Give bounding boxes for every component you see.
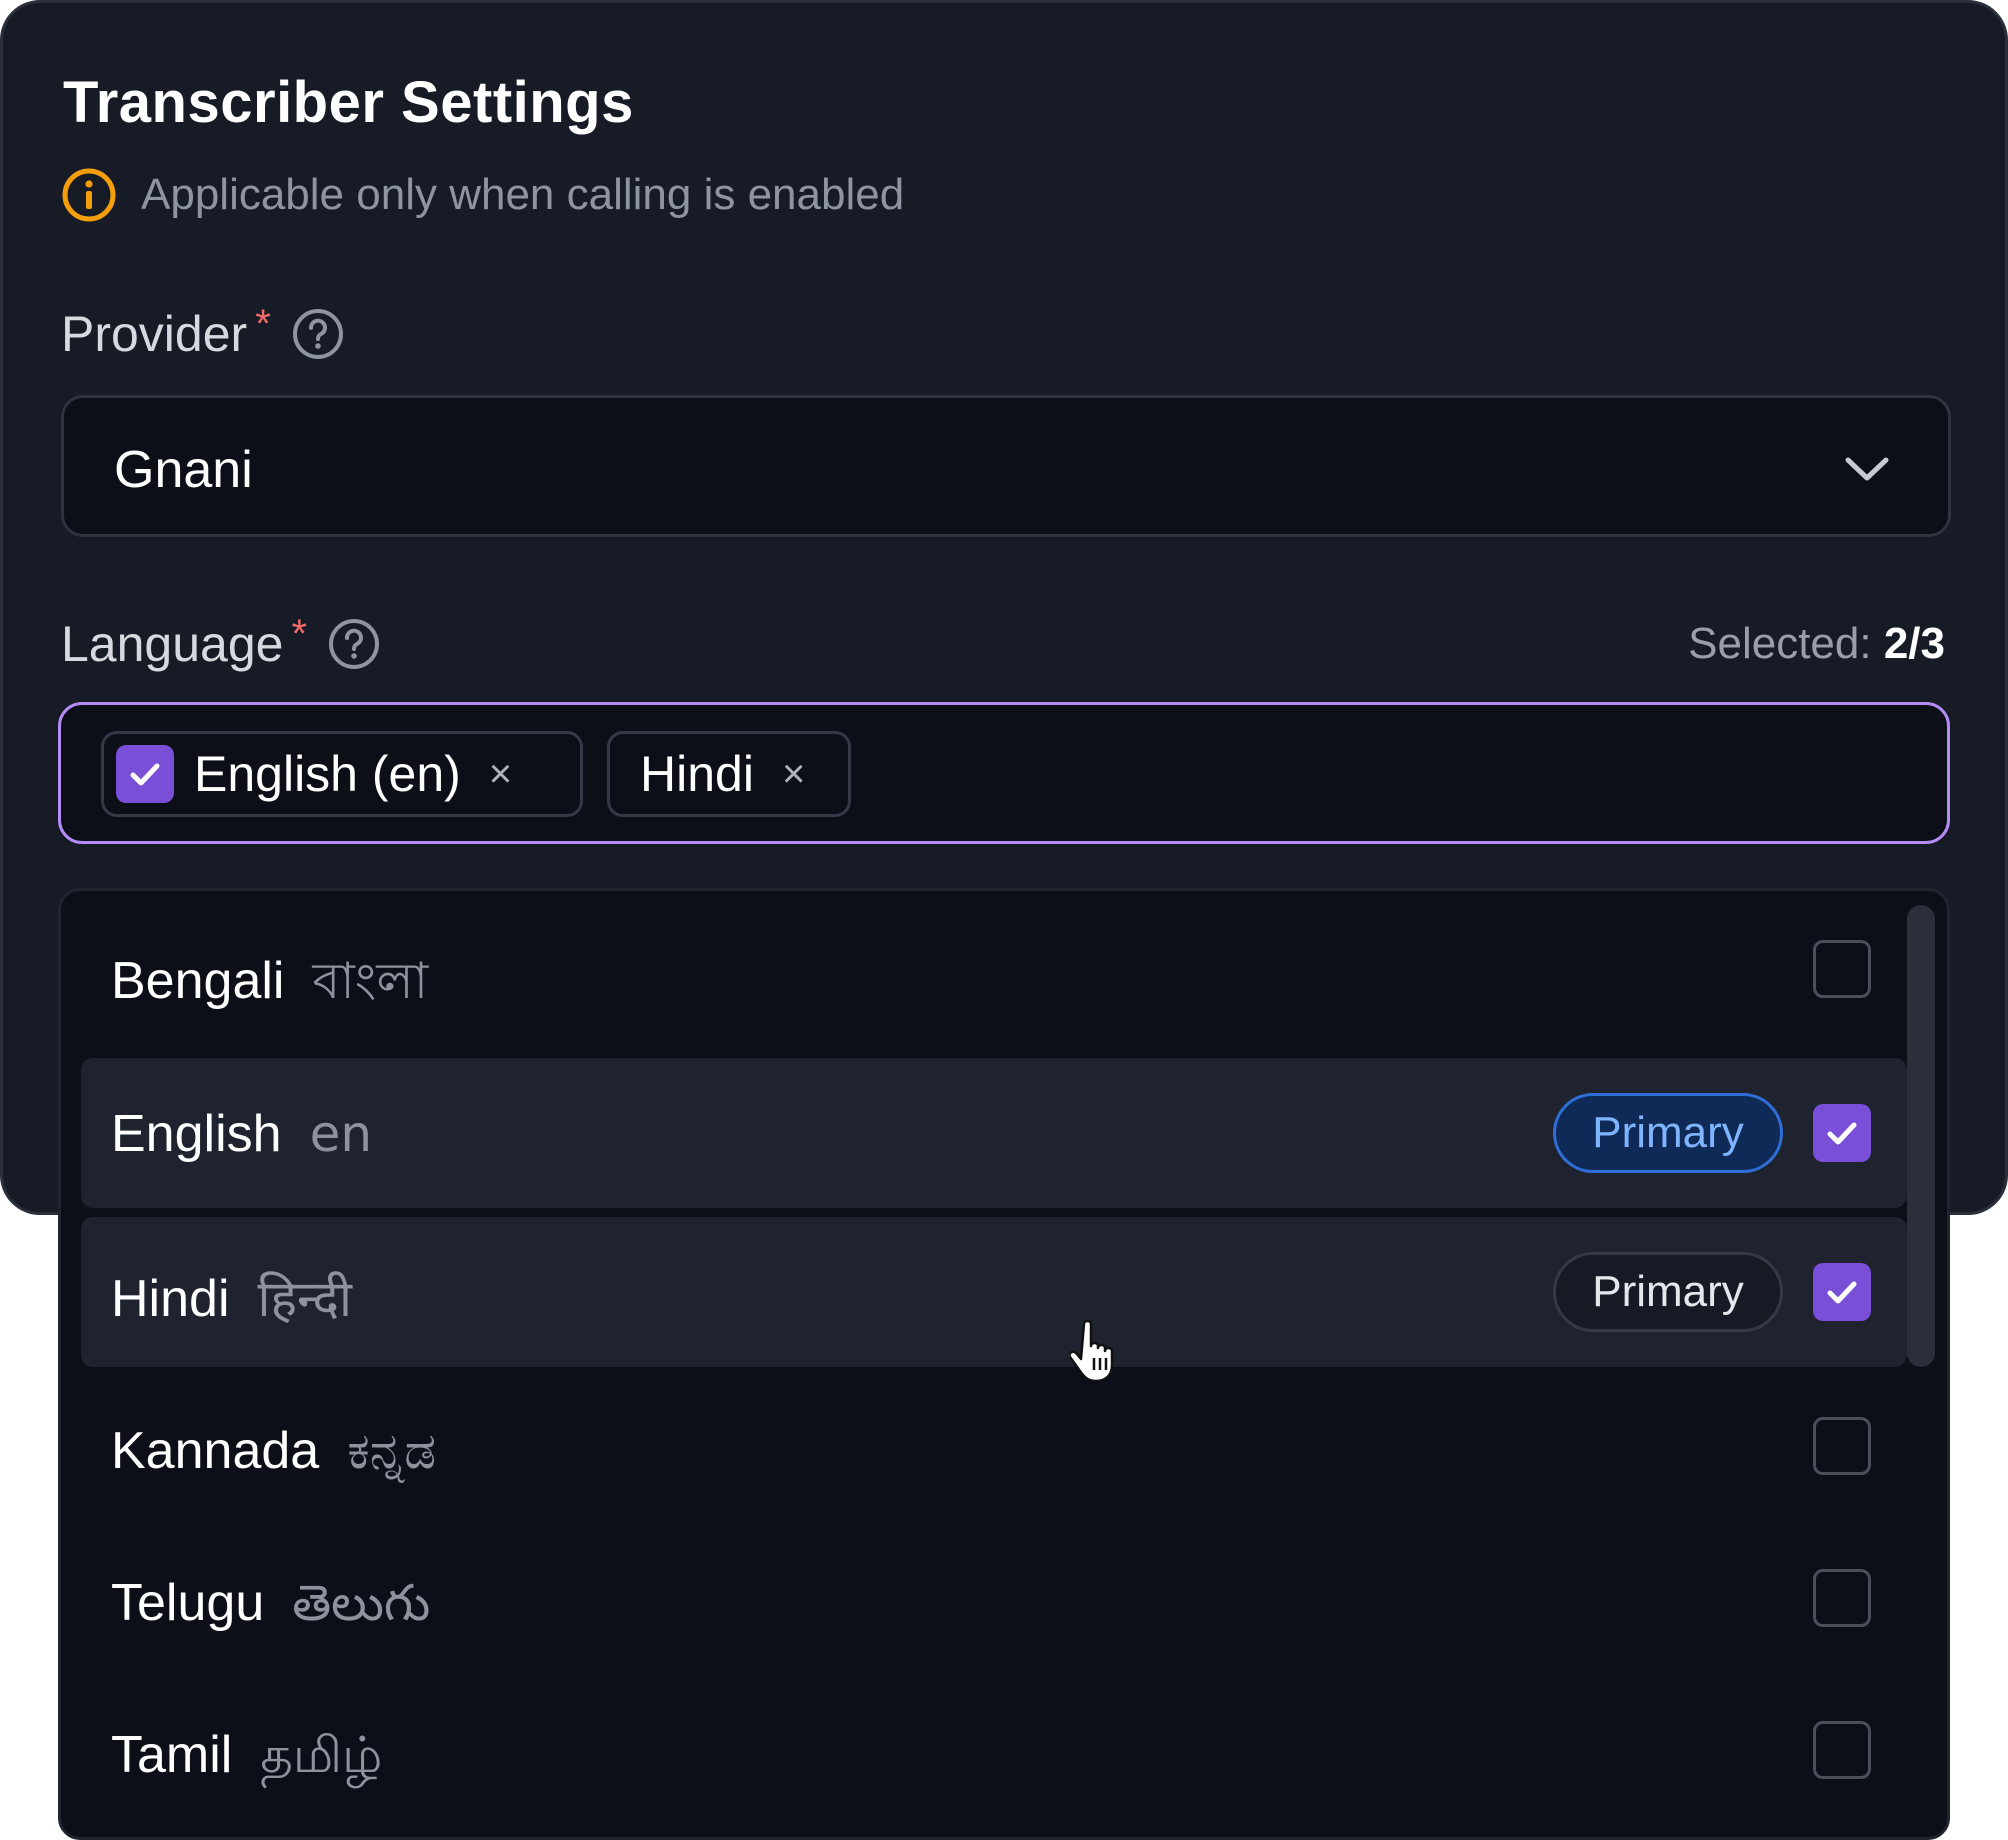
chip-label: English (en) xyxy=(194,746,461,802)
option-label: Telugu తెలుగు xyxy=(111,1573,430,1645)
list-item-english[interactable]: English en Primary xyxy=(81,1058,1907,1208)
close-icon[interactable]: × xyxy=(782,752,805,797)
provider-select[interactable]: Gnani xyxy=(61,395,1951,537)
option-label: Bengali বাংলা xyxy=(111,944,428,1027)
option-label: Hindi हिन्दी xyxy=(111,1263,352,1331)
option-name: English xyxy=(111,1105,282,1163)
option-name: Telugu xyxy=(111,1574,265,1632)
close-icon[interactable]: × xyxy=(489,752,512,797)
list-item-telugu[interactable]: Telugu తెలుగు xyxy=(81,1533,1907,1683)
option-label: English en xyxy=(111,1104,372,1164)
selected-count: Selected: 2/3 xyxy=(1688,619,1945,669)
language-label-text: Language xyxy=(61,616,284,672)
provider-select-value: Gnani xyxy=(114,441,253,499)
info-text: Applicable only when calling is enabled xyxy=(141,170,905,219)
help-icon[interactable] xyxy=(327,617,381,671)
option-label: Kannada ಕನ್ನಡ xyxy=(111,1421,436,1481)
provider-label-text: Provider xyxy=(61,306,248,362)
language-multiselect[interactable]: English (en) × Hindi × xyxy=(58,702,1950,844)
info-note: Applicable only when calling is enabled xyxy=(61,167,904,223)
hand-pointer-cursor-icon xyxy=(1070,1319,1114,1383)
option-native: తెలుగు xyxy=(292,1574,431,1632)
option-native: বাংলা xyxy=(312,952,429,1010)
required-mark: * xyxy=(291,611,308,656)
list-item-kannada[interactable]: Kannada ಕನ್ನಡ xyxy=(81,1381,1907,1531)
option-native: en xyxy=(309,1105,373,1163)
selected-count-label: Selected: xyxy=(1688,619,1872,668)
info-icon xyxy=(62,168,116,222)
checkbox-checked-icon[interactable] xyxy=(1813,1263,1871,1321)
chip-label: Hindi xyxy=(640,746,754,802)
language-options-list[interactable]: Bengali বাংলা English en Primary Hindi हिन्… xyxy=(58,888,1950,1840)
checkbox-unchecked-icon[interactable] xyxy=(1813,940,1871,998)
list-item-hindi[interactable]: Hindi हिन्दी Primary xyxy=(81,1217,1907,1367)
option-native: हिन्दी xyxy=(257,1270,352,1328)
page-title: Transcriber Settings xyxy=(63,70,634,135)
list-item-bengali[interactable]: Bengali বাংলা xyxy=(81,894,1907,1044)
option-native: தமிழ் xyxy=(260,1726,383,1784)
list-item-tamil[interactable]: Tamil தமிழ் xyxy=(81,1685,1907,1835)
checkbox-unchecked-icon[interactable] xyxy=(1813,1721,1871,1779)
checkbox-unchecked-icon[interactable] xyxy=(1813,1417,1871,1475)
chip-english[interactable]: English (en) × xyxy=(101,731,583,817)
option-name: Hindi xyxy=(111,1270,230,1328)
option-native: ಕನ್ನಡ xyxy=(347,1422,437,1480)
checkbox-checked-icon[interactable] xyxy=(1813,1104,1871,1162)
option-name: Kannada xyxy=(111,1422,320,1480)
required-mark: * xyxy=(255,301,271,346)
option-label: Tamil தமிழ் xyxy=(111,1725,382,1791)
option-name: Bengali xyxy=(111,952,285,1010)
checkbox-checked-icon xyxy=(116,745,174,803)
primary-badge[interactable]: Primary xyxy=(1553,1252,1783,1332)
selected-count-value: 2/3 xyxy=(1883,619,1945,668)
scrollbar[interactable] xyxy=(1907,905,1935,1367)
provider-label: Provider * xyxy=(61,301,345,363)
help-icon[interactable] xyxy=(291,307,345,361)
checkbox-unchecked-icon[interactable] xyxy=(1813,1569,1871,1627)
primary-badge[interactable]: Primary xyxy=(1553,1093,1783,1173)
language-label: Language * xyxy=(61,611,381,673)
chip-hindi[interactable]: Hindi × xyxy=(607,731,851,817)
chevron-down-icon xyxy=(1845,457,1889,481)
option-name: Tamil xyxy=(111,1726,233,1784)
